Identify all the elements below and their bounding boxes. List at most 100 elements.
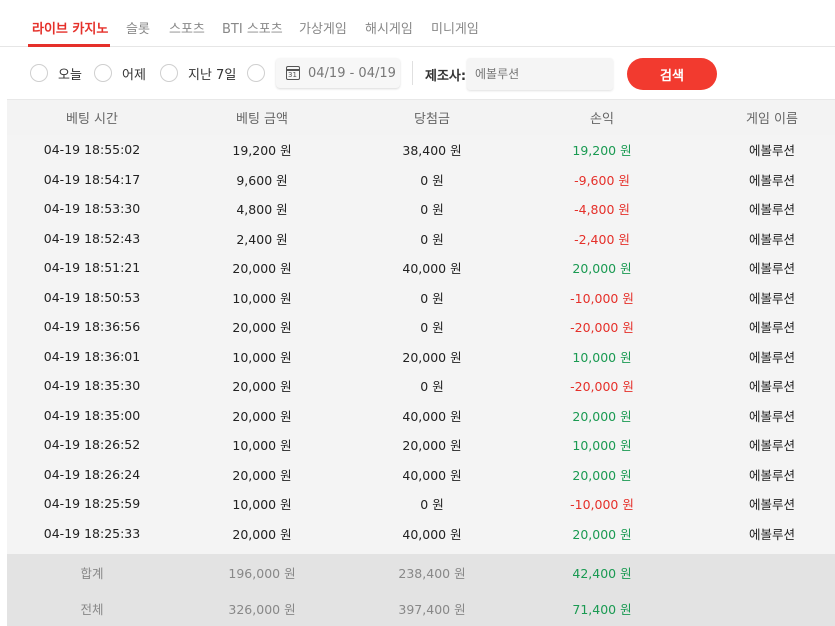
cell-bet-time: 04-19 18:25:59 [43,496,141,512]
cell-bet-time: 04-19 18:36:56 [43,319,141,335]
cell-winnings: 40,000 원 [402,408,462,424]
cell-winnings: 38,400 원 [402,143,462,159]
radio-circle[interactable] [94,64,112,82]
tab-slot[interactable]: 슬롯 [126,18,150,37]
cell-game-name: 에볼루션 [748,497,795,513]
table-row: 04-19 18:25:33 20,000 원 40,000 원 20,000 원 에볼… [7,518,835,548]
table-row: 04-19 18:36:01 10,000 원 20,000 원 10,000 원 에볼… [7,341,835,371]
radio-today-label: 오늘 [58,67,82,83]
cell-bet-time: 04-19 18:55:02 [43,142,141,158]
cell-bet-time: 04-19 18:35:30 [43,378,141,394]
cell-bet-amount: 10,000 원 [232,438,292,454]
cell-winnings: 40,000 원 [402,526,462,542]
radio-circle[interactable] [160,64,178,82]
cell-game-name: 에볼루션 [748,320,795,336]
header-game-name: 게임 이름 [746,112,798,127]
summary-win: 238,400 원 [398,565,466,581]
search-button[interactable]: 검색 [627,58,717,90]
cell-profit-loss: 20,000 원 [572,261,632,277]
cell-game-name: 에볼루션 [748,349,795,365]
cell-profit-loss: 19,200 원 [572,143,632,159]
table-row: 04-19 18:52:43 2,400 원 0 원 -2,400 원 에볼루션 [7,223,835,253]
table-row: 04-19 18:53:30 4,800 원 0 원 -4,800 원 에볼루션 [7,194,835,224]
radio-circle[interactable] [247,64,265,82]
cell-profit-loss: 10,000 원 [572,349,632,365]
cell-bet-amount: 20,000 원 [232,379,292,395]
filter-divider [412,61,413,85]
radio-yesterday[interactable]: 어제 [94,63,146,83]
radio-circle[interactable] [30,64,48,82]
cell-bet-amount: 9,600 원 [236,172,288,188]
summary-label: 합계 [80,565,104,581]
calendar-icon: 31 [286,66,300,80]
total-win: 397,400 원 [398,601,466,617]
cell-bet-time: 04-19 18:36:01 [43,348,141,364]
cell-bet-time: 04-19 18:51:21 [43,260,141,276]
tab-bti-sports[interactable]: BTI 스포츠 [222,18,283,37]
cell-winnings: 0 원 [420,497,444,513]
table-body: 04-19 18:55:02 19,200 원 38,400 원 19,200 원 에볼… [7,135,835,554]
cell-bet-time: 04-19 18:26:52 [43,437,141,453]
summary-row-subtotal: 합계 196,000 원 238,400 원 42,400 원 [7,554,835,590]
cell-game-name: 에볼루션 [748,261,795,277]
summary-profit-loss: 42,400 원 [572,565,632,581]
total-bet: 326,000 원 [228,601,296,617]
game-category-tabs: 라이브 카지노 슬롯 스포츠 BTI 스포츠 가상게임 해시게임 미니게임 [0,0,835,47]
tab-sports[interactable]: 스포츠 [169,18,205,37]
bet-history-table: 베팅 시간 베팅 금액 당첨금 손익 게임 이름 04-19 18:55:02 1… [7,99,835,626]
cell-bet-amount: 20,000 원 [232,320,292,336]
cell-profit-loss: -20,000 원 [570,320,634,336]
radio-custom-range[interactable] [247,63,265,83]
filter-bar: 오늘 어제 지난 7일 31 04/19 - 04/19 제조사: 검색 [0,47,835,99]
cell-bet-amount: 4,800 원 [236,202,288,218]
table-row: 04-19 18:36:56 20,000 원 0 원 -20,000 원 에볼루션 [7,312,835,342]
cell-game-name: 에볼루션 [748,526,795,542]
tab-virtual-game[interactable]: 가상게임 [299,18,347,37]
cell-bet-time: 04-19 18:26:24 [43,466,141,482]
cell-game-name: 에볼루션 [748,143,795,159]
radio-today[interactable]: 오늘 [30,63,82,83]
cell-game-name: 에볼루션 [748,408,795,424]
radio-yesterday-label: 어제 [122,67,146,83]
table-row: 04-19 18:55:02 19,200 원 38,400 원 19,200 원 에볼… [7,135,835,165]
cell-bet-amount: 20,000 원 [232,526,292,542]
date-range-picker[interactable]: 31 04/19 - 04/19 [276,58,400,88]
summary-row-total: 전체 326,000 원 397,400 원 71,400 원 [7,590,835,626]
table-row: 04-19 18:54:17 9,600 원 0 원 -9,600 원 에볼루션 [7,164,835,194]
cell-winnings: 0 원 [420,172,444,188]
tab-mini-game[interactable]: 미니게임 [431,18,479,37]
cell-winnings: 20,000 원 [402,349,462,365]
table-header: 베팅 시간 베팅 금액 당첨금 손익 게임 이름 [7,99,835,135]
tab-hash-game[interactable]: 해시게임 [365,18,413,37]
cell-game-name: 에볼루션 [748,467,795,483]
cell-game-name: 에볼루션 [748,202,795,218]
cell-bet-amount: 19,200 원 [232,143,292,159]
cell-profit-loss: 20,000 원 [572,467,632,483]
tab-live-casino[interactable]: 라이브 카지노 [32,18,108,37]
table-row: 04-19 18:50:53 10,000 원 0 원 -10,000 원 에볼루션 [7,282,835,312]
cell-winnings: 40,000 원 [402,467,462,483]
cell-winnings: 20,000 원 [402,438,462,454]
radio-last-7-days[interactable]: 지난 7일 [160,63,236,83]
cell-profit-loss: -4,800 원 [574,202,630,218]
cell-bet-amount: 10,000 원 [232,290,292,306]
cell-bet-time: 04-19 18:50:53 [43,289,141,305]
maker-input[interactable] [467,58,613,90]
summary-bet: 196,000 원 [228,565,296,581]
date-range-text: 04/19 - 04/19 [308,65,396,81]
cell-winnings: 0 원 [420,379,444,395]
cell-bet-amount: 10,000 원 [232,497,292,513]
table-row: 04-19 18:51:21 20,000 원 40,000 원 20,000 원 에볼… [7,253,835,283]
cell-bet-amount: 20,000 원 [232,261,292,277]
cell-winnings: 40,000 원 [402,261,462,277]
cell-bet-time: 04-19 18:52:43 [43,230,141,246]
cell-game-name: 에볼루션 [748,290,795,306]
header-profit-loss: 손익 [590,112,614,127]
total-profit-loss: 71,400 원 [572,601,632,617]
cell-winnings: 0 원 [420,202,444,218]
cell-bet-time: 04-19 18:25:33 [43,525,141,541]
total-label: 전체 [80,601,104,617]
cell-game-name: 에볼루션 [748,172,795,188]
header-bet-amount: 베팅 금액 [236,112,288,127]
table-row: 04-19 18:26:24 20,000 원 40,000 원 20,000 원 에볼… [7,459,835,489]
